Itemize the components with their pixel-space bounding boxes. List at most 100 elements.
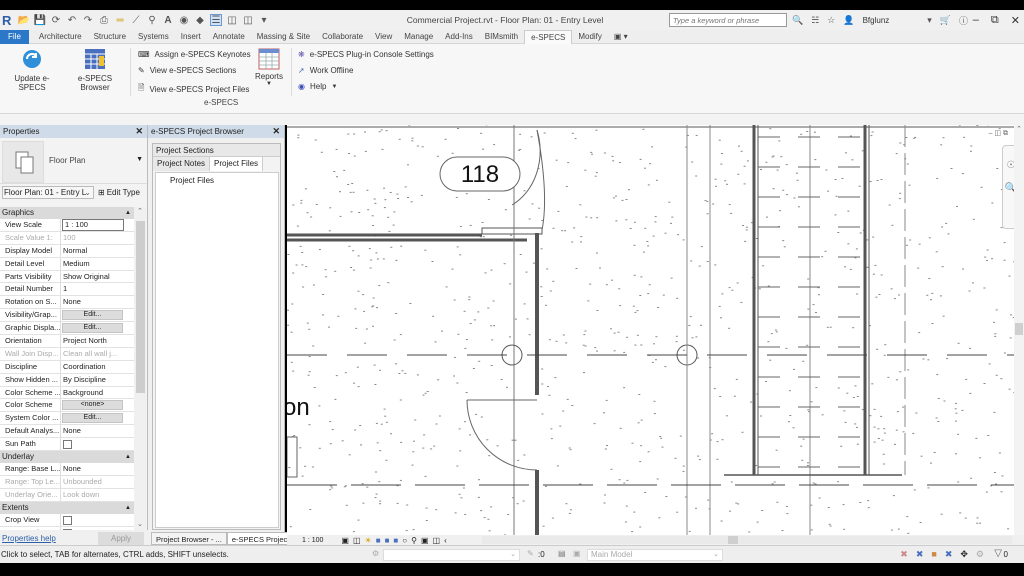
- tab-massing-site[interactable]: Massing & Site: [251, 30, 316, 44]
- select-pinned-icon[interactable]: ■: [931, 549, 936, 560]
- render-icon[interactable]: ■: [385, 536, 390, 545]
- scroll-down-icon[interactable]: ⌄: [134, 520, 146, 528]
- property-value[interactable]: Project North: [61, 335, 134, 347]
- switch-windows-icon[interactable]: ◫: [242, 14, 254, 26]
- update-e-specs-button[interactable]: Update e-SPECS: [3, 48, 61, 92]
- select-by-face-icon[interactable]: ✖: [945, 549, 953, 560]
- tab-file[interactable]: File: [0, 29, 29, 44]
- work-offline-button[interactable]: ➚ Work Offline: [298, 66, 353, 75]
- save-icon[interactable]: 💾: [34, 14, 46, 26]
- tab-manage[interactable]: Manage: [398, 30, 439, 44]
- revit-logo[interactable]: R: [2, 13, 14, 28]
- property-value[interactable]: Background: [61, 387, 134, 399]
- tab-project-files[interactable]: Project Files: [210, 157, 264, 171]
- temporary-hide-icon[interactable]: ⚲: [411, 536, 417, 545]
- help-icon[interactable]: ⓘ: [959, 14, 968, 27]
- binoculars-icon[interactable]: 🔍: [792, 15, 803, 26]
- print-icon[interactable]: ⎙: [98, 14, 110, 26]
- e-specs-browser-button[interactable]: e-SPECS Browser: [64, 48, 126, 92]
- help-button[interactable]: ◉ Help ▼: [298, 82, 337, 91]
- console-settings-button[interactable]: ❋ e-SPECS Plug-in Console Settings: [298, 50, 434, 59]
- search-input[interactable]: [669, 13, 787, 27]
- property-checkbox[interactable]: [63, 515, 72, 525]
- visual-style-icon[interactable]: ◫: [353, 536, 361, 545]
- property-value[interactable]: Edit...: [61, 322, 134, 334]
- property-edit-button[interactable]: Edit...: [62, 323, 123, 334]
- floor-plan-drawing[interactable]: 118 on: [287, 125, 1024, 535]
- user-name[interactable]: Bfglunz: [863, 16, 890, 25]
- filter-icon[interactable]: ▽: [994, 548, 1002, 559]
- aligned-dimension-icon[interactable]: ⟋: [130, 14, 142, 26]
- sun-path-icon[interactable]: ☀: [365, 536, 372, 545]
- canvas-horizontal-thumb[interactable]: [728, 536, 738, 544]
- drag-on-selection-icon[interactable]: ✥: [960, 549, 968, 560]
- tab-structure[interactable]: Structure: [88, 30, 132, 44]
- assign-keynotes-button[interactable]: ⌨ Assign e-SPECS Keynotes: [138, 50, 251, 59]
- restore-button[interactable]: ⧉: [991, 14, 999, 27]
- property-group-extents[interactable]: Extents ▲: [0, 501, 134, 514]
- customize-qat-icon[interactable]: ▾: [258, 14, 270, 26]
- project-files-item[interactable]: Project Files: [170, 176, 214, 185]
- apply-button[interactable]: Apply: [98, 531, 144, 545]
- shadows-icon[interactable]: ■: [376, 536, 381, 545]
- property-value[interactable]: 1 : 100: [61, 219, 134, 231]
- view-project-files-button[interactable]: 🗎 View e-SPECS Project Files: [138, 82, 249, 96]
- property-edit-button[interactable]: Edit...: [62, 413, 123, 424]
- drawing-canvas[interactable]: 118 on – ◫ ⧉ ☉ 🔍 ⌃: [287, 125, 1024, 535]
- property-checkbox[interactable]: [63, 440, 72, 450]
- property-value[interactable]: None: [61, 463, 134, 475]
- select-links-icon[interactable]: ✖: [900, 549, 908, 560]
- property-value[interactable]: [61, 438, 134, 450]
- open-icon[interactable]: 📂: [18, 14, 30, 26]
- close-properties-icon[interactable]: ✕: [135, 125, 143, 138]
- property-value[interactable]: 1: [61, 283, 134, 295]
- property-edit-button[interactable]: <none>: [62, 400, 123, 411]
- tab-bimsmith[interactable]: BIMsmith: [479, 30, 524, 44]
- tab-project-browser[interactable]: Project Browser - ...: [151, 532, 227, 545]
- property-value[interactable]: None: [61, 296, 134, 308]
- canvas-vertical-thumb[interactable]: [1015, 323, 1023, 335]
- property-value[interactable]: Medium: [61, 258, 134, 270]
- tab-view[interactable]: View: [369, 30, 398, 44]
- favorites-star-icon[interactable]: ☆: [827, 15, 835, 26]
- text-icon[interactable]: A: [162, 14, 174, 26]
- section-icon[interactable]: ◆: [194, 14, 206, 26]
- close-hidden-icon[interactable]: ◫: [226, 14, 238, 26]
- workset-dropdown[interactable]: ⌄: [383, 549, 520, 561]
- tab-e-specs[interactable]: e-SPECS: [524, 29, 573, 44]
- property-value[interactable]: None: [61, 425, 134, 437]
- ribbon-display-toggle[interactable]: ▣ ▾: [608, 30, 634, 44]
- tab-insert[interactable]: Insert: [175, 30, 207, 44]
- tab-add-ins[interactable]: Add-Ins: [439, 30, 479, 44]
- tab-annotate[interactable]: Annotate: [207, 30, 251, 44]
- tab-modify[interactable]: Modify: [572, 30, 608, 44]
- room-tag-number[interactable]: 118: [461, 161, 499, 188]
- tab-collaborate[interactable]: Collaborate: [316, 30, 369, 44]
- redo-icon[interactable]: ↷: [82, 14, 94, 26]
- collapse-group-icon[interactable]: ▲: [125, 451, 131, 463]
- show-crop-icon[interactable]: ○: [402, 536, 407, 545]
- scroll-up-icon[interactable]: ⌃: [1014, 125, 1024, 133]
- view-scale[interactable]: 1 : 100: [287, 537, 323, 544]
- user-dropdown-icon[interactable]: ▾: [927, 15, 932, 26]
- undo-icon[interactable]: ↶: [66, 14, 78, 26]
- background-processes-icon[interactable]: ⚙: [976, 549, 984, 560]
- select-underlay-icon[interactable]: ✖: [916, 549, 924, 560]
- collapse-group-icon[interactable]: ▲: [125, 502, 131, 514]
- thin-lines-icon[interactable]: ☰: [210, 14, 222, 26]
- tab-project-notes[interactable]: Project Notes: [153, 157, 211, 171]
- collapse-icon[interactable]: ‹: [444, 536, 447, 545]
- design-options-icon[interactable]: ▤: [558, 549, 566, 558]
- tab-architecture[interactable]: Architecture: [33, 30, 88, 44]
- view-window-controls[interactable]: – ◫ ⧉: [989, 129, 1008, 138]
- worksets-icon[interactable]: ⚙: [372, 549, 379, 558]
- properties-scroll-thumb[interactable]: [136, 221, 145, 393]
- collapse-group-icon[interactable]: ▲: [125, 207, 131, 219]
- temporary-view-icon[interactable]: ◫: [433, 536, 441, 545]
- edit-type-button[interactable]: ⊞ Edit Type: [98, 188, 140, 197]
- close-browser-icon[interactable]: ✕: [272, 125, 280, 138]
- property-value[interactable]: [61, 514, 134, 526]
- property-value[interactable]: Edit...: [61, 309, 134, 321]
- subscription-icon[interactable]: ☵: [811, 15, 819, 26]
- design-option-dropdown[interactable]: Main Model ⌄: [587, 549, 723, 561]
